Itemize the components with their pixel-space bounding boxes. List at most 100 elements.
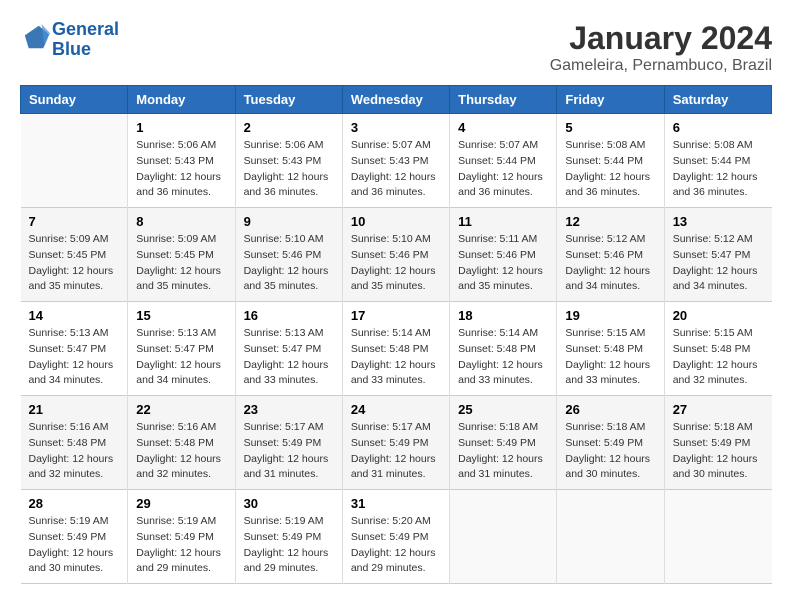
- calendar-cell: 24 Sunrise: 5:17 AMSunset: 5:49 PMDayligh…: [342, 396, 449, 490]
- day-info: Sunrise: 5:16 AMSunset: 5:48 PMDaylight:…: [136, 420, 226, 483]
- day-number: 10: [351, 214, 441, 229]
- logo-line2: Blue: [52, 39, 91, 59]
- week-row-4: 21 Sunrise: 5:16 AMSunset: 5:48 PMDayligh…: [21, 396, 772, 490]
- calendar-cell: 11Sunrise: 5:11 AMSunset: 5:46 PMDayligh…: [450, 208, 557, 302]
- day-info: Sunrise: 5:13 AMSunset: 5:47 PMDaylight:…: [136, 326, 226, 389]
- calendar-cell: [664, 490, 771, 584]
- calendar-table: SundayMondayTuesdayWednesdayThursdayFrid…: [20, 85, 772, 584]
- day-info: Sunrise: 5:17 AMSunset: 5:49 PMDaylight:…: [244, 420, 334, 483]
- calendar-header-row: SundayMondayTuesdayWednesdayThursdayFrid…: [21, 86, 772, 114]
- calendar-cell: 17 Sunrise: 5:14 AMSunset: 5:48 PMDayligh…: [342, 302, 449, 396]
- calendar-cell: [21, 114, 128, 208]
- day-number: 2: [244, 120, 334, 135]
- logo-text: General Blue: [52, 20, 119, 60]
- day-number: 16: [244, 308, 334, 323]
- calendar-cell: 10 Sunrise: 5:10 AMSunset: 5:46 PMDayligh…: [342, 208, 449, 302]
- day-number: 7: [29, 214, 120, 229]
- day-info: Sunrise: 5:16 AMSunset: 5:48 PMDaylight:…: [29, 420, 120, 483]
- week-row-1: 1 Sunrise: 5:06 AMSunset: 5:43 PMDaylight…: [21, 114, 772, 208]
- calendar-cell: 7 Sunrise: 5:09 AMSunset: 5:45 PMDaylight…: [21, 208, 128, 302]
- calendar-cell: 28 Sunrise: 5:19 AMSunset: 5:49 PMDayligh…: [21, 490, 128, 584]
- calendar-cell: 23 Sunrise: 5:17 AMSunset: 5:49 PMDayligh…: [235, 396, 342, 490]
- day-info: Sunrise: 5:06 AMSunset: 5:43 PMDaylight:…: [136, 138, 226, 201]
- calendar-cell: 2Sunrise: 5:06 AMSunset: 5:43 PMDaylight…: [235, 114, 342, 208]
- day-number: 30: [244, 496, 334, 511]
- day-info: Sunrise: 5:18 AMSunset: 5:49 PMDaylight:…: [673, 420, 764, 483]
- day-info: Sunrise: 5:17 AMSunset: 5:49 PMDaylight:…: [351, 420, 441, 483]
- day-info: Sunrise: 5:15 AMSunset: 5:48 PMDaylight:…: [565, 326, 655, 389]
- calendar-cell: 6Sunrise: 5:08 AMSunset: 5:44 PMDaylight…: [664, 114, 771, 208]
- day-info: Sunrise: 5:07 AMSunset: 5:44 PMDaylight:…: [458, 138, 548, 201]
- col-header-friday: Friday: [557, 86, 664, 114]
- day-info: Sunrise: 5:11 AMSunset: 5:46 PMDaylight:…: [458, 232, 548, 295]
- day-info: Sunrise: 5:12 AMSunset: 5:47 PMDaylight:…: [673, 232, 764, 295]
- col-header-saturday: Saturday: [664, 86, 771, 114]
- day-info: Sunrise: 5:14 AMSunset: 5:48 PMDaylight:…: [458, 326, 548, 389]
- calendar-cell: 5Sunrise: 5:08 AMSunset: 5:44 PMDaylight…: [557, 114, 664, 208]
- day-number: 18: [458, 308, 548, 323]
- calendar-cell: 27Sunrise: 5:18 AMSunset: 5:49 PMDayligh…: [664, 396, 771, 490]
- calendar-cell: 12 Sunrise: 5:12 AMSunset: 5:46 PMDayligh…: [557, 208, 664, 302]
- logo-line1: General: [52, 19, 119, 39]
- calendar-cell: 4 Sunrise: 5:07 AMSunset: 5:44 PMDaylight…: [450, 114, 557, 208]
- week-row-5: 28 Sunrise: 5:19 AMSunset: 5:49 PMDayligh…: [21, 490, 772, 584]
- page-header: General Blue January 2024 Gameleira, Per…: [20, 20, 772, 75]
- title-block: January 2024 Gameleira, Pernambuco, Braz…: [550, 20, 772, 75]
- week-row-3: 14 Sunrise: 5:13 AMSunset: 5:47 PMDayligh…: [21, 302, 772, 396]
- day-number: 6: [673, 120, 764, 135]
- day-number: 17: [351, 308, 441, 323]
- day-number: 8: [136, 214, 226, 229]
- day-number: 24: [351, 402, 441, 417]
- week-row-2: 7 Sunrise: 5:09 AMSunset: 5:45 PMDaylight…: [21, 208, 772, 302]
- day-number: 20: [673, 308, 764, 323]
- calendar-cell: 9Sunrise: 5:10 AMSunset: 5:46 PMDaylight…: [235, 208, 342, 302]
- day-info: Sunrise: 5:20 AMSunset: 5:49 PMDaylight:…: [351, 514, 441, 577]
- day-number: 4: [458, 120, 548, 135]
- calendar-cell: 21 Sunrise: 5:16 AMSunset: 5:48 PMDayligh…: [21, 396, 128, 490]
- calendar-cell: 13 Sunrise: 5:12 AMSunset: 5:47 PMDayligh…: [664, 208, 771, 302]
- col-header-sunday: Sunday: [21, 86, 128, 114]
- day-number: 15: [136, 308, 226, 323]
- calendar-cell: 19 Sunrise: 5:15 AMSunset: 5:48 PMDayligh…: [557, 302, 664, 396]
- col-header-tuesday: Tuesday: [235, 86, 342, 114]
- day-info: Sunrise: 5:13 AMSunset: 5:47 PMDaylight:…: [244, 326, 334, 389]
- calendar-cell: 3 Sunrise: 5:07 AMSunset: 5:43 PMDaylight…: [342, 114, 449, 208]
- day-number: 12: [565, 214, 655, 229]
- calendar-cell: 25 Sunrise: 5:18 AMSunset: 5:49 PMDayligh…: [450, 396, 557, 490]
- day-info: Sunrise: 5:09 AMSunset: 5:45 PMDaylight:…: [136, 232, 226, 295]
- calendar-cell: 1 Sunrise: 5:06 AMSunset: 5:43 PMDaylight…: [128, 114, 235, 208]
- day-info: Sunrise: 5:12 AMSunset: 5:46 PMDaylight:…: [565, 232, 655, 295]
- day-info: Sunrise: 5:07 AMSunset: 5:43 PMDaylight:…: [351, 138, 441, 201]
- day-info: Sunrise: 5:18 AMSunset: 5:49 PMDaylight:…: [565, 420, 655, 483]
- day-info: Sunrise: 5:19 AMSunset: 5:49 PMDaylight:…: [244, 514, 334, 577]
- page-title: January 2024: [550, 20, 772, 57]
- logo: General Blue: [20, 20, 119, 60]
- page-subtitle: Gameleira, Pernambuco, Brazil: [550, 57, 772, 75]
- day-number: 28: [29, 496, 120, 511]
- calendar-cell: 20Sunrise: 5:15 AMSunset: 5:48 PMDayligh…: [664, 302, 771, 396]
- calendar-cell: 31Sunrise: 5:20 AMSunset: 5:49 PMDayligh…: [342, 490, 449, 584]
- day-info: Sunrise: 5:19 AMSunset: 5:49 PMDaylight:…: [136, 514, 226, 577]
- day-number: 14: [29, 308, 120, 323]
- day-number: 13: [673, 214, 764, 229]
- day-number: 3: [351, 120, 441, 135]
- calendar-cell: 15 Sunrise: 5:13 AMSunset: 5:47 PMDayligh…: [128, 302, 235, 396]
- day-number: 21: [29, 402, 120, 417]
- calendar-cell: 29 Sunrise: 5:19 AMSunset: 5:49 PMDayligh…: [128, 490, 235, 584]
- day-number: 19: [565, 308, 655, 323]
- day-info: Sunrise: 5:19 AMSunset: 5:49 PMDaylight:…: [29, 514, 120, 577]
- day-info: Sunrise: 5:09 AMSunset: 5:45 PMDaylight:…: [29, 232, 120, 295]
- day-info: Sunrise: 5:14 AMSunset: 5:48 PMDaylight:…: [351, 326, 441, 389]
- day-number: 23: [244, 402, 334, 417]
- calendar-cell: 26Sunrise: 5:18 AMSunset: 5:49 PMDayligh…: [557, 396, 664, 490]
- day-number: 1: [136, 120, 226, 135]
- col-header-monday: Monday: [128, 86, 235, 114]
- day-info: Sunrise: 5:18 AMSunset: 5:49 PMDaylight:…: [458, 420, 548, 483]
- calendar-cell: 14Sunrise: 5:13 AMSunset: 5:47 PMDayligh…: [21, 302, 128, 396]
- calendar-cell: 22Sunrise: 5:16 AMSunset: 5:48 PMDayligh…: [128, 396, 235, 490]
- calendar-cell: [557, 490, 664, 584]
- day-info: Sunrise: 5:10 AMSunset: 5:46 PMDaylight:…: [351, 232, 441, 295]
- day-number: 29: [136, 496, 226, 511]
- calendar-cell: 16 Sunrise: 5:13 AMSunset: 5:47 PMDayligh…: [235, 302, 342, 396]
- day-number: 25: [458, 402, 548, 417]
